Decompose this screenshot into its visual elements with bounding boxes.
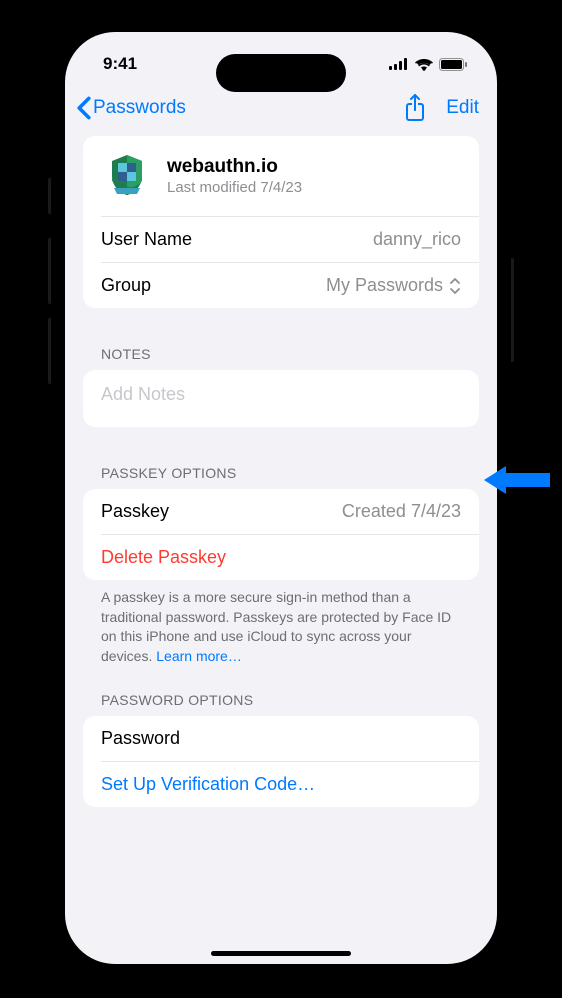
notes-section-header: NOTES: [83, 326, 479, 370]
battery-icon: [439, 58, 467, 71]
username-row[interactable]: User Name danny_rico: [83, 217, 479, 262]
group-label: Group: [101, 275, 151, 296]
nav-right-group: Edit: [404, 94, 479, 122]
passkey-footer-text: A passkey is a more secure sign-in metho…: [101, 589, 451, 664]
group-value: My Passwords: [326, 275, 443, 296]
annotation-arrow: [482, 460, 552, 500]
passkey-section-header: PASSKEY OPTIONS: [83, 445, 479, 489]
home-indicator[interactable]: [211, 951, 351, 956]
passkey-card: Passkey Created 7/4/23 Delete Passkey: [83, 489, 479, 580]
notes-card[interactable]: Add Notes: [83, 370, 479, 427]
password-label: Password: [101, 728, 180, 749]
back-button[interactable]: Passwords: [75, 96, 186, 120]
notes-placeholder: Add Notes: [101, 384, 185, 404]
account-header[interactable]: webauthn.io Last modified 7/4/23: [83, 136, 479, 216]
site-name: webauthn.io: [167, 156, 302, 178]
up-down-chevron-icon: [449, 277, 461, 295]
delete-passkey-button[interactable]: Delete Passkey: [83, 535, 479, 580]
chevron-left-icon: [75, 96, 93, 120]
share-icon[interactable]: [404, 94, 426, 122]
content-scroll[interactable]: webauthn.io Last modified 7/4/23 User Na…: [65, 136, 497, 960]
status-time: 9:41: [103, 54, 137, 74]
site-info: webauthn.io Last modified 7/4/23: [167, 156, 302, 196]
site-icon: [101, 150, 153, 202]
navigation-bar: Passwords Edit: [65, 86, 497, 136]
group-row[interactable]: Group My Passwords: [83, 263, 479, 308]
setup-verification-label: Set Up Verification Code…: [101, 774, 315, 795]
power-button: [511, 258, 514, 362]
setup-verification-button[interactable]: Set Up Verification Code…: [83, 762, 479, 807]
learn-more-link[interactable]: Learn more…: [156, 648, 242, 664]
username-value: danny_rico: [373, 229, 461, 250]
group-value-wrap: My Passwords: [326, 275, 461, 296]
passkey-created: Created 7/4/23: [342, 501, 461, 522]
delete-passkey-label: Delete Passkey: [101, 547, 226, 568]
silence-switch: [48, 178, 51, 214]
wifi-icon: [415, 58, 433, 71]
volume-down-button: [48, 318, 51, 384]
edit-button[interactable]: Edit: [446, 97, 479, 119]
username-label: User Name: [101, 229, 192, 250]
password-row[interactable]: Password: [83, 716, 479, 761]
phone-screen: 9:41: [65, 32, 497, 964]
password-card: Password Set Up Verification Code…: [83, 716, 479, 807]
back-label: Passwords: [93, 97, 186, 119]
passkey-footer: A passkey is a more secure sign-in metho…: [83, 580, 479, 672]
volume-up-button: [48, 238, 51, 304]
dynamic-island: [216, 54, 346, 92]
status-icons: [389, 58, 467, 71]
account-card: webauthn.io Last modified 7/4/23 User Na…: [83, 136, 479, 308]
password-section-header: PASSWORD OPTIONS: [83, 672, 479, 716]
passkey-label: Passkey: [101, 501, 169, 522]
site-modified: Last modified 7/4/23: [167, 179, 302, 196]
cellular-icon: [389, 58, 409, 70]
passkey-row[interactable]: Passkey Created 7/4/23: [83, 489, 479, 534]
phone-frame: 9:41: [51, 18, 511, 978]
